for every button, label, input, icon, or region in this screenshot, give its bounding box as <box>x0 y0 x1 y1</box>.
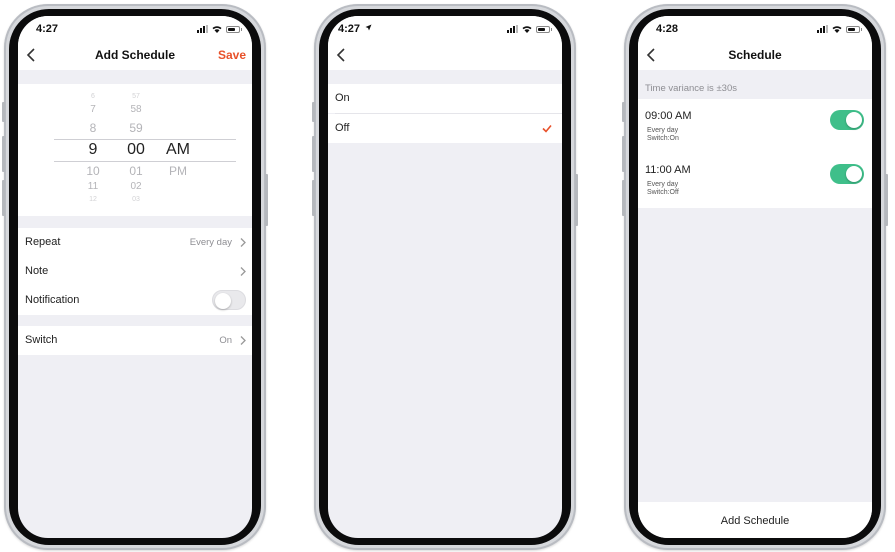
battery-icon <box>536 25 552 33</box>
nav-bar: Add Schedule Save <box>18 40 252 70</box>
screen: 4:28 Schedule Time variance is ±30s 09:0… <box>638 16 872 538</box>
hour-option: 6 <box>91 93 95 100</box>
chevron-right-icon <box>240 336 246 345</box>
hour-option: 12 <box>89 196 97 203</box>
back-chevron-icon[interactable] <box>332 45 352 65</box>
period-selected: AM <box>166 141 190 158</box>
checkmark-icon <box>542 124 552 133</box>
mute-switch <box>622 102 625 122</box>
signal-icon <box>197 25 208 33</box>
screen: 4:27 Add Schedule Save 6 7 8 9 10 11 12 … <box>18 16 252 538</box>
schedule-item[interactable]: 09:00 AM Every day Switch:On <box>638 99 872 153</box>
minute-option: 59 <box>129 121 143 135</box>
add-schedule-bar[interactable]: Add Schedule <box>638 502 872 538</box>
switch-row[interactable]: Switch On <box>18 326 252 355</box>
schedule-time: 11:00 AM <box>645 164 691 176</box>
time-picker[interactable]: 6 7 8 9 10 11 12 57 58 59 00 01 02 03 AM <box>18 84 252 216</box>
option-label: On <box>335 92 350 104</box>
time-variance-note: Time variance is ±30s <box>645 83 737 94</box>
status-time: 4:27 <box>36 23 59 35</box>
power-button <box>265 174 268 226</box>
volume-up-button <box>312 136 315 172</box>
volume-up-button <box>2 136 5 172</box>
switch-label: Switch <box>25 334 58 346</box>
hour-option: 7 <box>90 104 96 115</box>
period-option: PM <box>169 164 187 178</box>
hour-selected: 9 <box>88 141 98 158</box>
notification-toggle[interactable] <box>212 290 246 310</box>
nav-bar: Schedule <box>638 40 872 70</box>
nav-bar <box>328 40 562 70</box>
status-time: 4:27 <box>338 23 361 35</box>
schedule-toggle[interactable] <box>830 110 864 130</box>
period-column[interactable]: AM PM <box>163 84 193 216</box>
hour-option: 11 <box>87 181 99 192</box>
wifi-icon <box>832 26 842 33</box>
minute-selected: 00 <box>127 141 145 158</box>
phone-schedule-list: 4:28 Schedule Time variance is ±30s 09:0… <box>622 4 888 550</box>
volume-up-button <box>622 136 625 172</box>
chevron-right-icon <box>240 238 246 247</box>
repeat-value: Every day <box>189 237 232 248</box>
save-button[interactable]: Save <box>218 48 246 62</box>
schedule-action: Switch:On <box>647 135 679 142</box>
switch-value: On <box>219 335 232 346</box>
minute-option: 01 <box>129 164 143 178</box>
phone-add-schedule: 4:27 Add Schedule Save 6 7 8 9 10 11 12 … <box>2 4 268 550</box>
power-button <box>575 174 578 226</box>
option-on[interactable]: On <box>328 84 562 113</box>
volume-down-button <box>2 180 5 216</box>
repeat-row[interactable]: Repeat Every day <box>18 228 252 257</box>
phone-switch-select: 4:27 On Off <box>312 4 578 550</box>
minute-option: 03 <box>132 196 140 203</box>
status-bar: 4:27 <box>18 16 252 40</box>
schedule-time: 09:00 AM <box>645 110 692 122</box>
schedule-action: Switch:Off <box>647 189 679 196</box>
note-row[interactable]: Note <box>18 257 252 286</box>
option-off[interactable]: Off <box>328 114 562 143</box>
hour-column[interactable]: 6 7 8 9 10 11 12 <box>78 84 108 216</box>
schedule-toggle[interactable] <box>830 164 864 184</box>
battery-icon <box>846 25 862 33</box>
volume-down-button <box>312 180 315 216</box>
notification-row: Notification <box>18 286 252 315</box>
add-schedule-button[interactable]: Add Schedule <box>638 515 872 527</box>
option-label: Off <box>335 122 350 134</box>
schedule-item[interactable]: 11:00 AM Every day Switch:Off <box>638 153 872 208</box>
minute-option: 58 <box>130 104 142 115</box>
volume-down-button <box>622 180 625 216</box>
signal-icon <box>507 25 518 33</box>
power-button <box>885 174 888 226</box>
wifi-icon <box>212 26 222 33</box>
screen: 4:27 On Off <box>328 16 562 538</box>
hour-option: 10 <box>86 164 100 178</box>
notification-label: Notification <box>25 294 80 306</box>
minute-option: 57 <box>132 93 140 100</box>
minute-column[interactable]: 57 58 59 00 01 02 03 <box>121 84 151 216</box>
hour-option: 8 <box>89 121 97 135</box>
signal-icon <box>817 25 828 33</box>
status-bar: 4:27 <box>328 16 562 40</box>
status-bar: 4:28 <box>638 16 872 40</box>
note-label: Note <box>25 265 49 277</box>
battery-icon <box>226 25 242 33</box>
page-title: Add Schedule <box>94 48 175 62</box>
mute-switch <box>312 102 315 122</box>
location-arrow-icon <box>365 24 372 31</box>
wifi-icon <box>522 26 532 33</box>
page-title: Schedule <box>728 48 782 62</box>
mute-switch <box>2 102 5 122</box>
repeat-label: Repeat <box>25 236 61 248</box>
status-time: 4:28 <box>656 23 679 35</box>
minute-option: 02 <box>130 181 142 192</box>
chevron-right-icon <box>240 267 246 276</box>
